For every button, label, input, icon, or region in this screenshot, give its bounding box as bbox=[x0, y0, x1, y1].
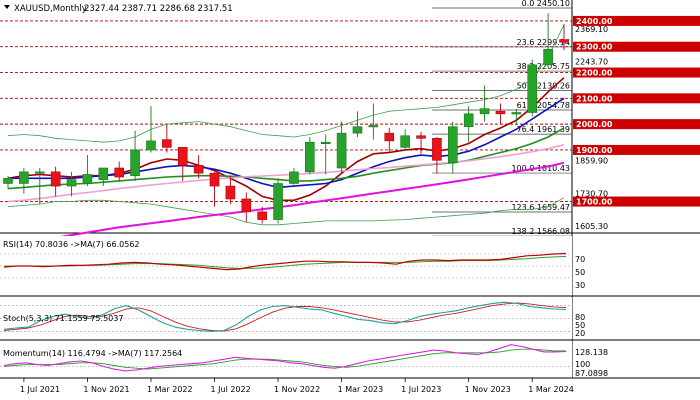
candle-body bbox=[130, 149, 140, 177]
time-axis-label: 1 Nov 2021 bbox=[83, 385, 129, 394]
candle-body bbox=[559, 39, 569, 43]
time-axis-label: 1 Mar 2023 bbox=[338, 385, 384, 394]
candle-body bbox=[384, 132, 395, 142]
level-tag-label: 2400.00 bbox=[576, 17, 613, 26]
level-tag-label: 1700.00 bbox=[576, 198, 613, 207]
candle-body bbox=[66, 179, 77, 187]
candle-body bbox=[225, 185, 236, 200]
rsi-tick-30: 30 bbox=[575, 281, 585, 290]
price-axis-label: 1605.30 bbox=[575, 222, 608, 231]
stoch-tick-20: 20 bbox=[575, 329, 585, 338]
fib-label: 61.8 2054.78 bbox=[517, 101, 570, 110]
level-tag-label: 2100.00 bbox=[576, 94, 613, 103]
candle-body bbox=[50, 171, 61, 187]
candle-body bbox=[19, 171, 29, 184]
momentum-panel: Momentum(14) 116.4794 ->MA(7) 117.2564 1… bbox=[0, 341, 700, 379]
chart-canvas[interactable]: 0.0 2450.1023.6 2299.1438.2 2205.7550.0 … bbox=[0, 0, 700, 400]
stoch-panel: Stoch(5,3,3) 71.1559 75.5037 80 50 20 bbox=[0, 297, 700, 341]
time-axis-label: 1 Nov 2022 bbox=[274, 385, 320, 394]
momentum-panel-bg bbox=[0, 341, 572, 378]
fib-label: 138.2 1566.08 bbox=[511, 227, 570, 236]
candle-body bbox=[289, 171, 299, 184]
stoch-label: Stoch(5,3,3) 71.1559 75.5037 bbox=[3, 314, 123, 323]
candle-body bbox=[400, 135, 410, 148]
level-tag-label: 2300.00 bbox=[576, 43, 613, 52]
ohlc-label: 2327.44 2387.71 2286.68 2317.51 bbox=[84, 4, 233, 14]
candle-body bbox=[146, 140, 156, 151]
time-axis-label: 1 Mar 2024 bbox=[528, 385, 574, 394]
rsi-label: RSI(14) 70.8036 ->MA(7) 66.0562 bbox=[3, 240, 140, 249]
candle-body bbox=[527, 64, 538, 113]
candle-body bbox=[257, 211, 267, 220]
candle-body bbox=[479, 108, 490, 115]
time-axis-label: 1 Mar 2022 bbox=[147, 385, 193, 394]
candle-body bbox=[463, 113, 474, 128]
candle-body bbox=[98, 167, 109, 180]
candle-body bbox=[432, 138, 442, 161]
candle-body bbox=[495, 110, 506, 115]
rsi-tick-70: 70 bbox=[575, 255, 585, 264]
candle-body bbox=[82, 174, 93, 184]
level-tag-label: 2000.00 bbox=[576, 120, 613, 129]
chart-header: XAUUSD,Monthly 2327.44 2387.71 2286.68 2… bbox=[4, 4, 233, 14]
momentum-tick-top: 128.138 bbox=[575, 348, 608, 357]
candle-body bbox=[3, 178, 13, 184]
momentum-tick-mid: 100 bbox=[575, 360, 590, 369]
candle-body bbox=[241, 198, 252, 213]
time-axis-label: 1 Nov 2023 bbox=[465, 385, 511, 394]
level-tag-label: 2200.00 bbox=[576, 69, 613, 78]
candle-body bbox=[177, 147, 188, 166]
rsi-panel: RSI(14) 70.8036 ->MA(7) 66.0562 70 50 30 bbox=[0, 236, 700, 297]
fib-label: 0.0 2450.10 bbox=[522, 0, 570, 8]
fib-label: 50.0 2130.26 bbox=[517, 82, 570, 91]
time-axis-label: 1 Jul 2021 bbox=[20, 385, 60, 394]
candle-body bbox=[305, 141, 315, 173]
momentum-tick-bottom: 87.0898 bbox=[575, 369, 608, 378]
candle-body bbox=[193, 165, 204, 174]
price-axis-label: 1859.90 bbox=[575, 156, 608, 165]
time-axis-label: 1 Jul 2022 bbox=[211, 385, 251, 394]
price-axis-label: 2243.70 bbox=[575, 57, 608, 66]
candle-body bbox=[368, 125, 379, 128]
candle-body bbox=[543, 49, 553, 66]
candle-body bbox=[209, 172, 220, 187]
level-tag-label: 1900.00 bbox=[576, 146, 613, 155]
candle-body bbox=[34, 171, 45, 174]
candle-body bbox=[273, 183, 283, 220]
time-axis: 1 Jul 2021 1 Nov 2021 1 Mar 2022 1 Jul 2022… bbox=[20, 378, 574, 394]
candle-body bbox=[320, 141, 331, 144]
candle-body bbox=[511, 112, 522, 115]
price-axis-label: 2369.10 bbox=[575, 25, 608, 34]
candle-body bbox=[416, 135, 426, 139]
rsi-tick-50: 50 bbox=[575, 268, 585, 277]
candle-body bbox=[162, 139, 172, 148]
candle-body bbox=[447, 126, 458, 164]
candle-body bbox=[352, 126, 363, 134]
candle-body bbox=[114, 167, 124, 178]
candle-body bbox=[336, 132, 347, 169]
symbol-label: XAUUSD,Monthly bbox=[14, 4, 87, 14]
time-axis-label: 1 Jul 2023 bbox=[401, 385, 441, 394]
momentum-label: Momentum(14) 116.4794 ->MA(7) 117.2564 bbox=[3, 349, 182, 358]
